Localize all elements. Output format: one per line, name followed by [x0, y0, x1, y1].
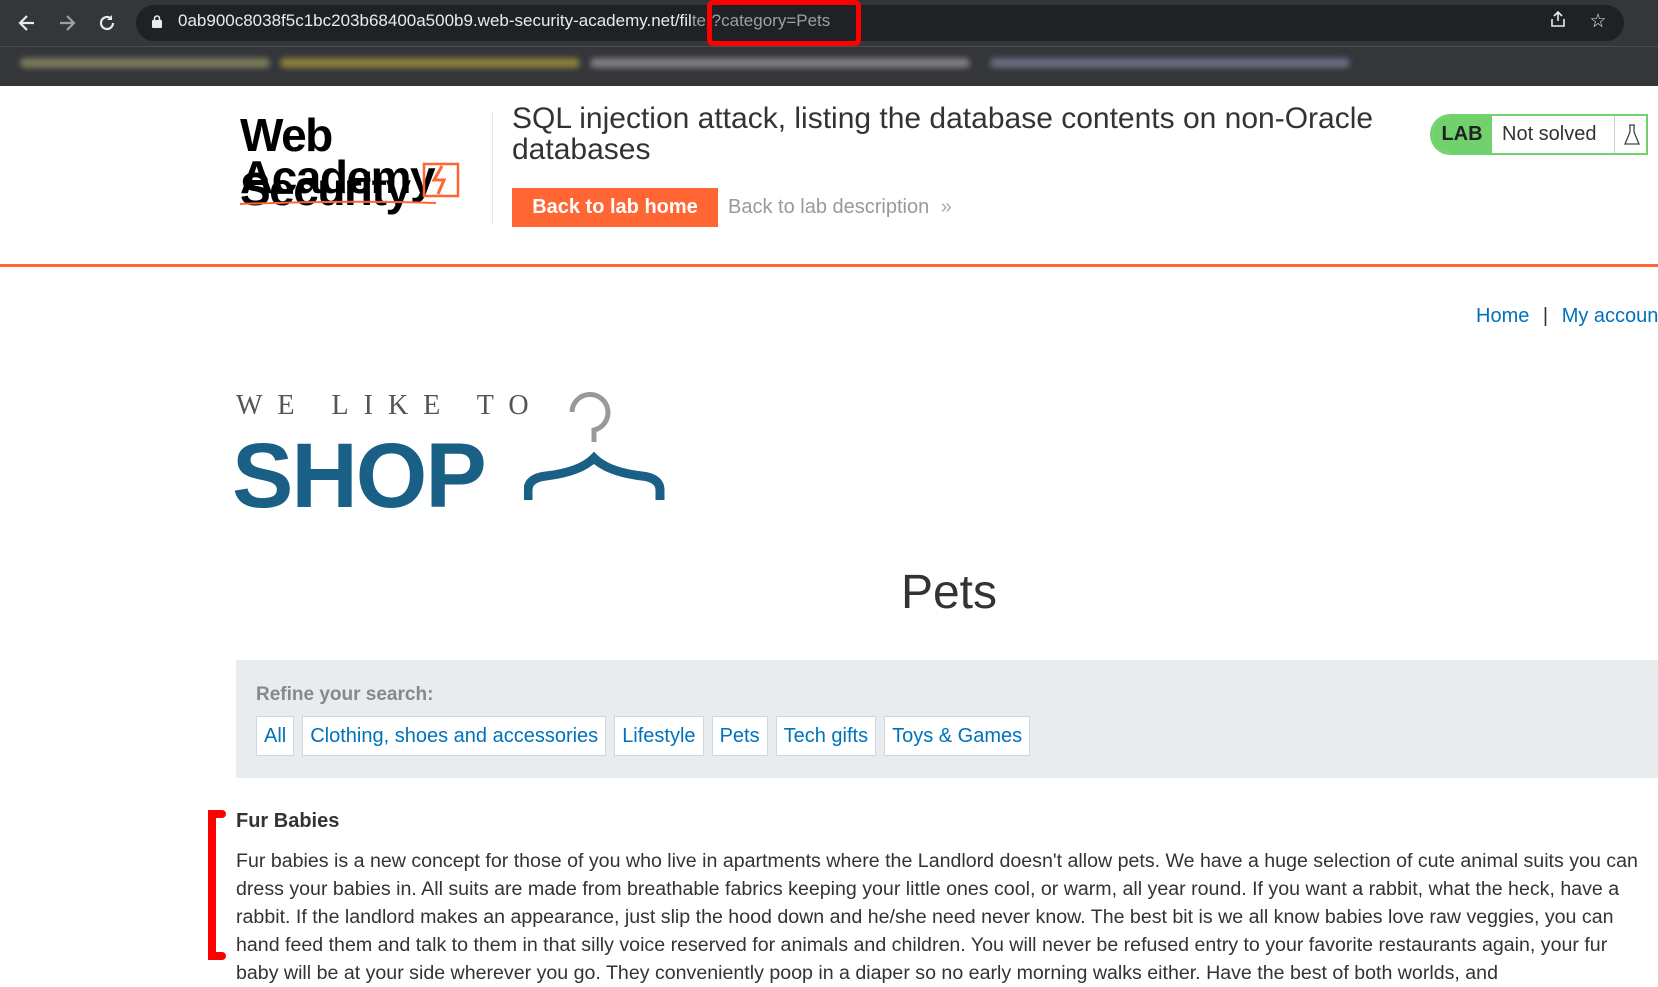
lab-status-text: Not solved	[1502, 123, 1597, 145]
shop-logo: WE LIKE TO SHOP	[232, 390, 676, 527]
filter-tech-gifts[interactable]: Tech gifts	[775, 716, 877, 756]
top-nav: Home | My account	[1476, 305, 1658, 328]
back-to-lab-description-link[interactable]: Back to lab description »	[728, 196, 952, 219]
reload-icon[interactable]	[92, 8, 122, 38]
hanger-icon	[524, 391, 665, 500]
lab-title: SQL injection attack, listing the databa…	[512, 102, 1374, 166]
filter-list: All Clothing, shoes and accessories Life…	[256, 716, 1031, 756]
description-link-label: Back to lab description	[728, 196, 930, 218]
blurred-bookmarks	[20, 58, 270, 68]
product-entry: Fur Babies Fur babies is a new concept f…	[236, 810, 1648, 987]
blurred-bookmarks-3	[590, 58, 970, 68]
logo-shop-word: SHOP	[232, 425, 487, 527]
red-highlight-box	[707, 0, 861, 46]
filter-all[interactable]: All	[256, 716, 295, 756]
star-icon[interactable]: ☆	[1586, 10, 1610, 34]
lock-icon[interactable]	[152, 15, 162, 28]
back-icon[interactable]	[12, 8, 42, 38]
flask-icon	[1614, 116, 1648, 153]
url-main: 0ab900c8038f5c1bc203b68400a500b9.web-sec…	[178, 11, 692, 30]
lab-tag: LAB	[1432, 116, 1492, 153]
filter-clothing[interactable]: Clothing, shoes and accessories	[302, 716, 607, 756]
refine-label: Refine your search:	[256, 684, 434, 705]
nav-separator: |	[1542, 305, 1549, 327]
header-divider	[492, 112, 493, 224]
lightning-icon	[422, 162, 460, 198]
product-name: Fur Babies	[236, 810, 340, 832]
back-to-lab-home-button[interactable]: Back to lab home	[512, 188, 718, 227]
logo-line2: Academy	[240, 151, 436, 203]
lab-status-badge: LAB Not solved	[1430, 114, 1648, 155]
share-icon[interactable]	[1546, 10, 1570, 34]
product-description: Fur babies is a new concept for those of…	[236, 850, 1638, 984]
category-title: Pets	[900, 566, 998, 619]
nav-my-account-link[interactable]: My account	[1562, 305, 1658, 327]
blurred-bookmarks-2	[280, 58, 580, 68]
logo-tagline: WE LIKE TO	[236, 390, 544, 421]
nav-home-link[interactable]: Home	[1476, 305, 1529, 327]
double-chevron-icon: »	[940, 196, 952, 218]
blurred-bookmarks-4	[990, 58, 1350, 68]
filter-lifestyle[interactable]: Lifestyle	[614, 716, 704, 756]
header-rule	[0, 264, 1658, 267]
forward-icon[interactable]	[52, 8, 82, 38]
filter-panel: Refine your search: All Clothing, shoes …	[236, 660, 1658, 778]
red-bracket-annotation	[208, 810, 226, 960]
web-security-academy-logo[interactable]: Web Security Academy	[240, 108, 490, 215]
browser-chrome: 0ab900c8038f5c1bc203b68400a500b9.web-sec…	[0, 0, 1658, 86]
filter-pets[interactable]: Pets	[711, 716, 768, 756]
filter-toys-games[interactable]: Toys & Games	[884, 716, 1031, 756]
